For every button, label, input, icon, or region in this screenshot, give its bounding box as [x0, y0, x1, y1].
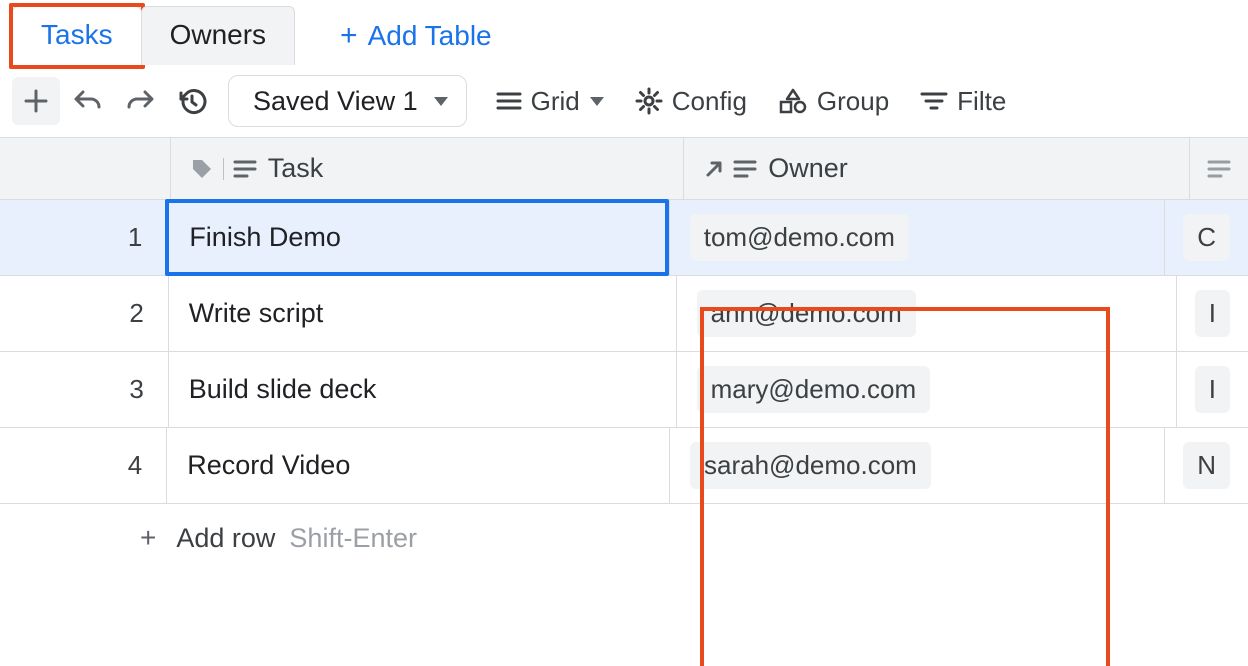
toolbar: Saved View 1 Grid Config Group — [0, 65, 1248, 137]
config-label: Config — [672, 86, 747, 117]
text-lines-icon — [734, 160, 756, 178]
filter-button[interactable]: Filte — [907, 77, 1020, 125]
row-number: 1 — [0, 200, 166, 275]
cell-task[interactable]: Write script — [168, 276, 676, 351]
text-lines-icon — [1208, 160, 1230, 178]
tab-label: Owners — [170, 19, 266, 51]
grid-header-row: Task Owner — [0, 138, 1248, 200]
history-button[interactable] — [168, 77, 216, 125]
group-button[interactable]: Group — [765, 77, 903, 125]
chevron-down-icon — [434, 97, 448, 106]
cell-task[interactable]: Build slide deck — [168, 352, 676, 427]
plus-icon: + — [140, 522, 156, 554]
history-icon — [178, 87, 206, 115]
cell-value-partial: C — [1183, 214, 1230, 261]
filter-label: Filte — [957, 86, 1006, 117]
cell-extra[interactable]: C — [1164, 200, 1248, 275]
data-grid: Task Owner 1 — [0, 137, 1248, 504]
cell-value-partial: I — [1195, 366, 1230, 413]
row-number: 4 — [0, 428, 166, 503]
owner-chip: ann@demo.com — [697, 290, 916, 337]
plus-icon — [25, 90, 47, 112]
add-row-label: Add row — [176, 523, 275, 554]
owner-chip: sarah@demo.com — [690, 442, 931, 489]
owner-chip: mary@demo.com — [697, 366, 931, 413]
cell-extra[interactable]: N — [1164, 428, 1248, 503]
tab-owners[interactable]: Owners — [141, 6, 295, 65]
column-header-extra[interactable] — [1189, 138, 1248, 199]
saved-view-label: Saved View 1 — [253, 86, 418, 117]
cell-value-partial: I — [1195, 290, 1230, 337]
cell-value: Write script — [189, 298, 324, 329]
add-record-button[interactable] — [12, 77, 60, 125]
row-number: 3 — [0, 352, 168, 427]
tab-tasks[interactable]: Tasks — [12, 6, 142, 65]
redo-icon — [126, 89, 154, 113]
column-label: Owner — [768, 153, 848, 184]
cell-owner[interactable]: sarah@demo.com — [669, 428, 1164, 503]
tab-bar: Tasks Owners + Add Table — [0, 0, 1248, 65]
cell-extra[interactable]: I — [1176, 276, 1248, 351]
text-lines-icon — [234, 160, 256, 178]
config-button[interactable]: Config — [622, 77, 761, 125]
cell-owner[interactable]: tom@demo.com — [669, 200, 1164, 275]
add-table-button[interactable]: + Add Table — [322, 10, 510, 62]
add-row-hint: Shift-Enter — [289, 523, 417, 554]
gear-icon — [636, 88, 662, 114]
row-number: 2 — [0, 276, 168, 351]
cell-task[interactable]: Record Video — [166, 428, 669, 503]
table-row[interactable]: 3 Build slide deck mary@demo.com I — [0, 352, 1248, 428]
cell-owner[interactable]: ann@demo.com — [676, 276, 1176, 351]
undo-button[interactable] — [64, 77, 112, 125]
cell-value: Finish Demo — [189, 222, 341, 253]
group-shapes-icon — [779, 88, 807, 114]
cell-owner[interactable]: mary@demo.com — [676, 352, 1176, 427]
cell-value-partial: N — [1183, 442, 1230, 489]
column-label: Task — [268, 153, 324, 184]
table-row[interactable]: 1 Finish Demo tom@demo.com C — [0, 200, 1248, 276]
column-header-owner[interactable]: Owner — [683, 138, 1189, 199]
cell-extra[interactable]: I — [1176, 352, 1248, 427]
cell-task[interactable]: Finish Demo — [165, 199, 668, 276]
tab-label: Tasks — [41, 19, 113, 51]
column-header-task[interactable]: Task — [170, 138, 684, 199]
row-number-header — [0, 138, 170, 199]
label-tag-icon — [191, 158, 213, 180]
grid-lines-icon — [497, 91, 521, 111]
table-row[interactable]: 2 Write script ann@demo.com I — [0, 276, 1248, 352]
add-table-label: Add Table — [368, 20, 492, 52]
group-label: Group — [817, 86, 889, 117]
grid-label: Grid — [531, 86, 580, 117]
redo-button[interactable] — [116, 77, 164, 125]
add-row-button[interactable]: + Add row Shift-Enter — [0, 504, 1248, 572]
undo-icon — [74, 89, 102, 113]
filter-icon — [921, 91, 947, 111]
cell-value: Record Video — [187, 450, 350, 481]
layout-grid-button[interactable]: Grid — [483, 77, 618, 125]
saved-view-selector[interactable]: Saved View 1 — [228, 75, 467, 127]
chevron-down-icon — [590, 97, 604, 106]
table-row[interactable]: 4 Record Video sarah@demo.com N — [0, 428, 1248, 504]
arrow-up-right-icon — [704, 159, 724, 179]
cell-value: Build slide deck — [189, 374, 377, 405]
owner-chip: tom@demo.com — [690, 214, 909, 261]
plus-icon: + — [340, 21, 358, 51]
